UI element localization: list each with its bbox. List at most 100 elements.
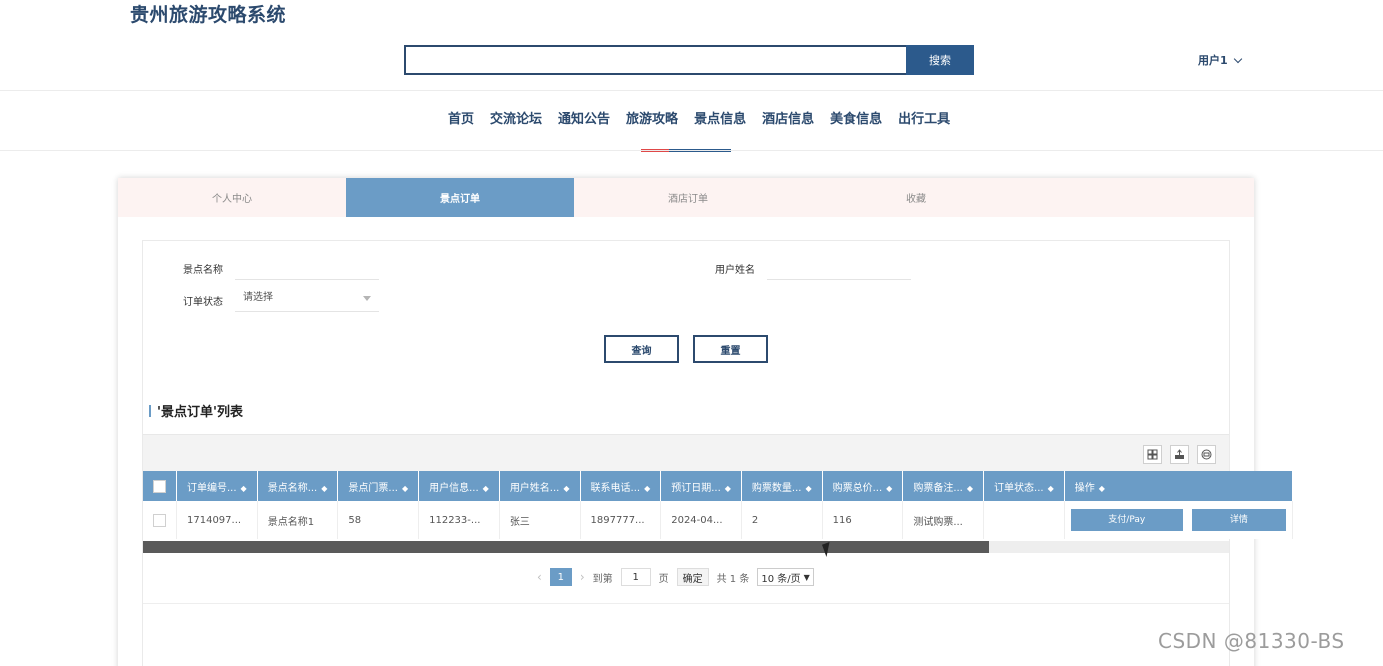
column-header[interactable]: 操作 ◆ <box>1064 471 1293 501</box>
title-accent-bar <box>149 404 151 417</box>
cell-quantity: 2 <box>741 501 823 539</box>
row-select-cell[interactable] <box>143 501 177 539</box>
table-toolbar <box>143 434 1229 471</box>
pagination: ‹ 1 › 到第 1 页 确定 共 1 条 10 条/页 ▼ <box>537 568 814 586</box>
row-checkbox[interactable] <box>153 513 166 527</box>
sort-icon: ◆ <box>401 483 409 493</box>
nav-item-hotel[interactable]: 酒店信息 <box>754 111 822 129</box>
divider <box>0 90 1383 91</box>
tab-hotel-orders[interactable]: 酒店订单 <box>574 178 802 217</box>
current-page[interactable]: 1 <box>549 568 572 586</box>
next-page-icon[interactable]: › <box>580 570 585 584</box>
chevron-down-icon <box>1233 54 1242 63</box>
goto-label: 到第 <box>592 573 613 585</box>
cell-remark: 测试购票... <box>902 501 985 539</box>
sort-icon: ◆ <box>724 483 731 493</box>
page-size-value: 10 条/页 <box>761 573 801 585</box>
table-row: 1714097... 景点名称1 58 112233-... 张三 189777… <box>143 501 1293 539</box>
cell-total: 116 <box>822 501 904 539</box>
sort-icon: ◆ <box>1047 483 1054 493</box>
list-title-text: '景点订单'列表 <box>157 405 243 420</box>
cell-ticket: 58 <box>337 501 420 539</box>
sort-icon: ◆ <box>644 483 651 493</box>
cell-user-name: 张三 <box>499 501 581 539</box>
nav-item-home[interactable]: 首页 <box>440 111 482 129</box>
sort-icon: ◆ <box>240 483 247 493</box>
user-menu[interactable]: 用户1 <box>1198 52 1242 68</box>
export-icon[interactable] <box>1170 445 1189 464</box>
nav-item-guide[interactable]: 旅游攻略 <box>618 111 686 129</box>
tab-scenic-orders[interactable]: 景点订单 <box>346 178 574 217</box>
sort-icon: ◆ <box>321 483 328 493</box>
order-status-label: 订单状态 <box>183 297 223 308</box>
scrollbar-thumb[interactable] <box>143 541 989 553</box>
cell-phone: 1897777... <box>580 501 662 539</box>
page-size-select[interactable]: 10 条/页 ▼ <box>757 568 814 586</box>
scenic-name-label: 景点名称 <box>183 265 223 276</box>
nav-item-transport[interactable]: 出行工具 <box>890 111 958 129</box>
order-list-container: 景点名称 用户姓名 订单状态 请选择 查询 重置 '景点订单'列表 订单编号..… <box>142 240 1293 666</box>
search-input[interactable] <box>404 45 906 75</box>
user-name-input[interactable] <box>767 260 911 280</box>
column-header[interactable]: 用户信息... ◆ <box>418 471 500 501</box>
query-button[interactable]: 查询 <box>604 335 679 363</box>
detail-button[interactable]: 详情 <box>1191 509 1286 531</box>
column-header[interactable]: 购票数量... ◆ <box>741 471 823 501</box>
cell-actions: 支付/Pay 详情 <box>1064 501 1293 539</box>
list-title: '景点订单'列表 <box>149 401 243 420</box>
sort-icon: ◆ <box>482 483 489 493</box>
nav-item-food[interactable]: 美食信息 <box>822 111 890 129</box>
user-name: 用户1 <box>1198 54 1228 67</box>
order-status-placeholder: 请选择 <box>243 292 273 303</box>
total-count: 共 1 条 <box>716 573 750 585</box>
column-header[interactable]: 景点门票... ◆ <box>337 471 420 501</box>
site-title: 贵州旅游攻略系统 <box>130 4 287 26</box>
column-header[interactable]: 购票备注... ◆ <box>902 471 985 501</box>
column-header[interactable]: 订单编号... ◆ <box>176 471 258 501</box>
pay-button[interactable]: 支付/Pay <box>1070 509 1183 531</box>
cell-date: 2024-04... <box>660 501 742 539</box>
sort-icon: ◆ <box>805 483 812 493</box>
column-header[interactable]: 用户姓名... ◆ <box>499 471 581 501</box>
select-all-checkbox[interactable] <box>153 479 166 493</box>
search-button[interactable]: 搜索 <box>906 45 974 75</box>
sort-icon: ◆ <box>886 483 893 493</box>
cell-order-no: 1714097... <box>176 501 258 539</box>
orders-table: 订单编号... ◆ 景点名称... ◆ 景点门票... ◆ 用户信息... ◆ 用户姓名… <box>143 471 1293 539</box>
column-header[interactable]: 联系电话... ◆ <box>580 471 662 501</box>
reset-button[interactable]: 重置 <box>693 335 768 363</box>
horizontal-scrollbar[interactable] <box>143 541 1229 553</box>
nav-item-scenic[interactable]: 景点信息 <box>686 111 754 129</box>
search-bar: 搜索 <box>404 45 974 75</box>
caret-down-icon <box>363 296 371 301</box>
nav-item-forum[interactable]: 交流论坛 <box>482 111 550 129</box>
goto-page-input[interactable]: 1 <box>620 568 651 586</box>
sort-icon: ◆ <box>1098 483 1105 493</box>
scenic-name-input[interactable] <box>235 260 379 280</box>
columns-icon[interactable] <box>1143 445 1162 464</box>
column-header[interactable]: 景点名称... ◆ <box>257 471 339 501</box>
tab-favorites[interactable]: 收藏 <box>802 178 1030 217</box>
column-header[interactable]: 订单状态... ◆ <box>983 471 1065 501</box>
column-header[interactable]: 预订日期... ◆ <box>660 471 742 501</box>
column-header[interactable]: 购票总价... ◆ <box>822 471 904 501</box>
chevron-down-icon: ▼ <box>803 572 810 582</box>
divider <box>143 603 1229 604</box>
tab-bar: 个人中心 景点订单 酒店订单 收藏 <box>118 178 1254 217</box>
order-status-select[interactable]: 请选择 <box>235 284 379 312</box>
watermark: CSDN @81330-BS <box>1158 629 1345 653</box>
prev-page-icon[interactable]: ‹ <box>537 570 542 584</box>
goto-confirm-button[interactable]: 确定 <box>676 568 709 586</box>
cell-scenic-name: 景点名称1 <box>257 501 339 539</box>
main-nav: 首页 交流论坛 通知公告 旅游攻略 景点信息 酒店信息 美食信息 出行工具 <box>440 111 958 129</box>
page-unit-label: 页 <box>658 573 669 585</box>
cell-user-info: 112233-... <box>418 501 500 539</box>
cell-status <box>983 501 1065 539</box>
user-center-panel: 个人中心 景点订单 酒店订单 收藏 景点名称 用户姓名 订单状态 请选择 查询 … <box>118 178 1293 666</box>
print-icon[interactable] <box>1197 445 1216 464</box>
nav-item-notice[interactable]: 通知公告 <box>550 111 618 129</box>
select-all-cell[interactable] <box>143 471 177 501</box>
tab-personal-center[interactable]: 个人中心 <box>118 178 346 217</box>
sort-icon: ◆ <box>966 483 974 493</box>
sort-icon: ◆ <box>563 483 570 493</box>
